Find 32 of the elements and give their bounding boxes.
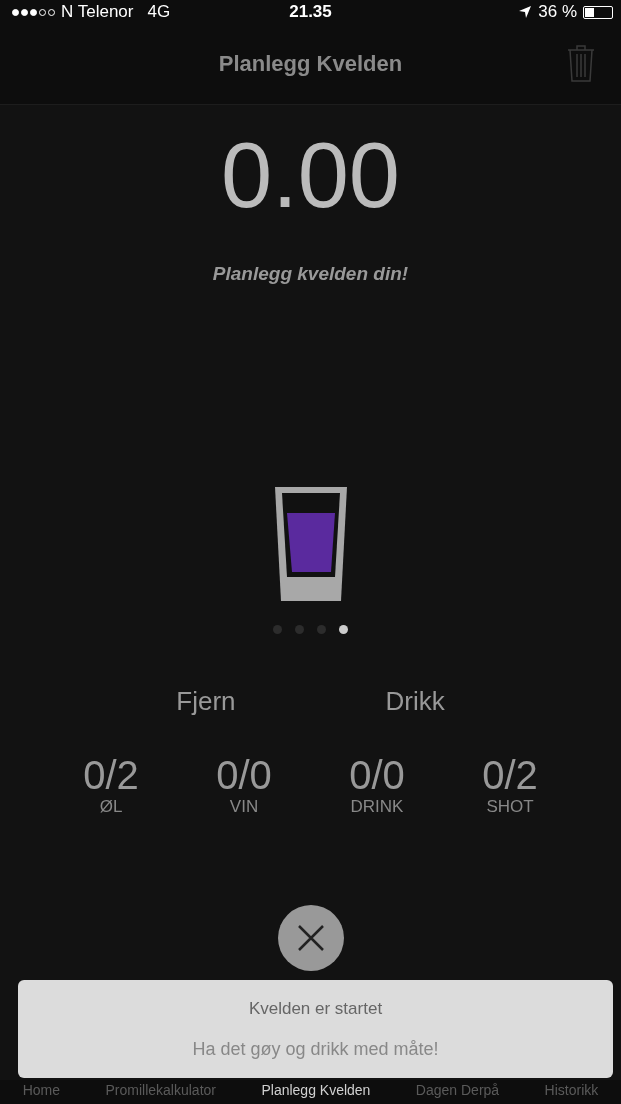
drink-type: DRINK (350, 797, 404, 817)
toast-message: Ha det gøy og drikk med måte! (192, 1038, 439, 1060)
tab[interactable]: Planlegg Kvelden (261, 1082, 371, 1098)
page-dot[interactable] (273, 625, 282, 634)
subtitle: Planlegg kvelden din! (211, 263, 410, 285)
page-dot[interactable] (317, 625, 326, 634)
carrier: N Telenor (61, 2, 134, 22)
tab[interactable]: Historikk (544, 1082, 599, 1098)
drink-type: ØL (99, 797, 123, 817)
drink-count: 0/0 (349, 753, 405, 797)
close-icon (295, 923, 326, 953)
drink-type: SHOT (486, 797, 534, 817)
tab[interactable]: Home (22, 1082, 61, 1098)
drink-type: VIN (229, 797, 259, 817)
trash-icon[interactable] (567, 44, 595, 82)
action-button[interactable]: Drikk (385, 686, 445, 717)
location-icon (518, 5, 533, 19)
clock: 21.35 (289, 2, 332, 22)
drink-count: 0/2 (83, 753, 139, 797)
bac-reading: 0.00 (219, 125, 402, 225)
battery-percent: 36 % (538, 2, 577, 22)
network-type: 4G (147, 2, 171, 22)
toast-title: Kvelden er startet (248, 998, 383, 1019)
tab[interactable]: Dagen Derpå (415, 1082, 500, 1098)
drink-count: 0/2 (482, 753, 538, 797)
battery-icon (583, 5, 613, 19)
action-button[interactable]: Fjern (176, 686, 236, 717)
page-dot[interactable] (339, 625, 348, 634)
page-dot[interactable] (295, 625, 304, 634)
tab[interactable]: Promillekalkulator (105, 1082, 216, 1098)
drink-count: 0/0 (216, 753, 272, 797)
screen-title: Planlegg Kvelden (218, 51, 403, 77)
